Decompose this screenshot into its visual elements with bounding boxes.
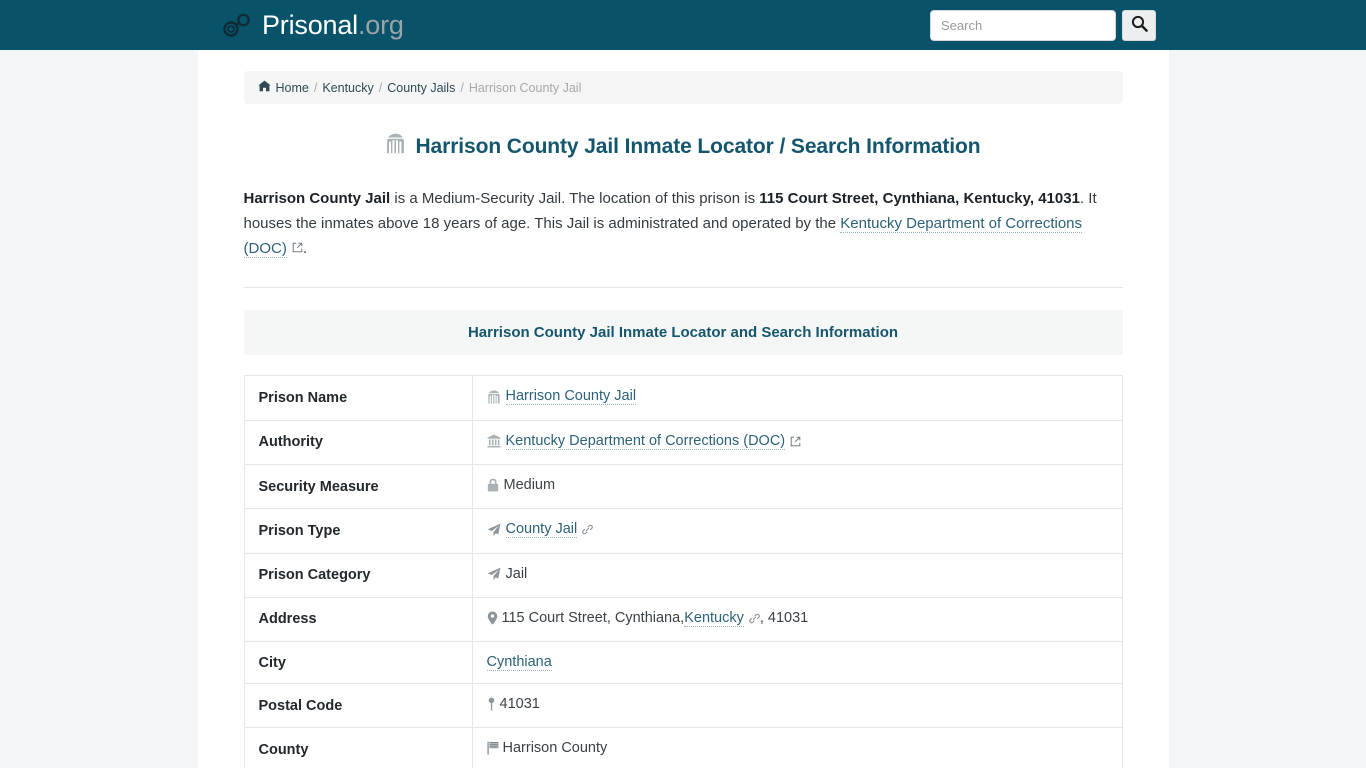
breadcrumb-separator: / bbox=[460, 80, 464, 95]
breadcrumb-separator: / bbox=[378, 80, 383, 95]
row-key: Postal Code bbox=[243, 683, 473, 728]
authority-link[interactable]: Kentucky Department of Corrections (DOC) bbox=[505, 433, 786, 450]
intro-prison-name: Harrison County Jail bbox=[243, 190, 391, 207]
table-row: Prison Name Harrison County Jail bbox=[243, 375, 1123, 421]
page-title: Harrison County Jail Inmate Locator / Se… bbox=[244, 133, 1123, 160]
external-link-icon bbox=[790, 436, 801, 447]
intro-text-3: . bbox=[302, 240, 307, 257]
flag-icon bbox=[486, 741, 499, 755]
site-logo-link[interactable]: Prisonal.org bbox=[222, 9, 404, 40]
site-header: Prisonal.org bbox=[0, 0, 1366, 50]
table-caption: Harrison County Jail Inmate Locator and … bbox=[243, 310, 1123, 355]
paper-plane-icon bbox=[487, 523, 501, 537]
row-value: Harrison County bbox=[471, 727, 1123, 768]
page-body: Home / Kentucky / County Jails / Harriso… bbox=[0, 50, 1366, 768]
row-value: 41031 bbox=[471, 683, 1123, 728]
table-row: Prison Category Jail bbox=[243, 552, 1123, 598]
row-value: Cynthiana bbox=[471, 641, 1123, 684]
row-value: Kentucky Department of Corrections (DOC) bbox=[471, 419, 1123, 465]
map-pin-icon bbox=[487, 697, 496, 711]
table-row: County Harrison County bbox=[243, 727, 1123, 768]
intro-paragraph: Harrison County Jail is a Medium-Securit… bbox=[243, 186, 1123, 261]
city-link[interactable]: Cynthiana bbox=[486, 654, 552, 671]
row-key: Prison Category bbox=[243, 552, 473, 598]
row-key: City bbox=[243, 641, 473, 684]
bank-icon bbox=[487, 434, 501, 448]
address-prefix: 115 Court Street, Cynthiana, bbox=[501, 610, 685, 626]
table-row: City Cynthiana bbox=[243, 641, 1123, 684]
row-value: Medium bbox=[471, 464, 1123, 509]
security-measure-value: Medium bbox=[503, 477, 556, 493]
address-state-link[interactable]: Kentucky bbox=[684, 610, 744, 627]
prison-info-table: Prison Name Harrison County Jail Authori… bbox=[243, 375, 1123, 768]
row-value: Harrison County Jail bbox=[471, 375, 1123, 421]
paper-plane-icon bbox=[487, 567, 501, 581]
prison-type-link[interactable]: County Jail bbox=[505, 521, 578, 538]
row-key: Prison Type bbox=[243, 508, 473, 554]
search-button[interactable] bbox=[1122, 9, 1156, 41]
table-row: Security Measure Medium bbox=[243, 464, 1123, 509]
table-row: Address 115 Court Street, Cynthiana, Ken… bbox=[243, 596, 1123, 642]
map-marker-icon bbox=[487, 611, 498, 625]
content-container: Home / Kentucky / County Jails / Harriso… bbox=[197, 50, 1169, 768]
row-value: 115 Court Street, Cynthiana, Kentucky , … bbox=[471, 596, 1123, 642]
jail-building-icon bbox=[487, 390, 501, 404]
table-row: Prison Type County Jail bbox=[243, 508, 1123, 554]
section-divider bbox=[243, 287, 1123, 288]
brand-name: Prisonal bbox=[262, 9, 358, 40]
breadcrumb-item-kentucky[interactable]: Kentucky bbox=[322, 81, 373, 95]
prison-name-link[interactable]: Harrison County Jail bbox=[505, 388, 637, 405]
lock-icon bbox=[487, 478, 499, 492]
row-value: County Jail bbox=[471, 508, 1123, 554]
address-suffix: , 41031 bbox=[759, 610, 809, 626]
row-key: Address bbox=[243, 596, 473, 642]
external-link-icon bbox=[292, 242, 303, 253]
chain-link-icon bbox=[582, 524, 594, 535]
page-title-text: Harrison County Jail Inmate Locator / Se… bbox=[415, 134, 981, 158]
breadcrumb-item-home[interactable]: Home bbox=[276, 81, 309, 95]
row-key: Prison Name bbox=[243, 375, 473, 421]
home-icon bbox=[257, 80, 271, 95]
breadcrumb-separator: / bbox=[313, 80, 318, 95]
intro-text-1: is a Medium-Security Jail. The location … bbox=[390, 190, 760, 207]
row-key: Authority bbox=[243, 419, 473, 465]
row-key: Security Measure bbox=[243, 464, 473, 509]
chain-link-icon bbox=[749, 613, 760, 624]
breadcrumb: Home / Kentucky / County Jails / Harriso… bbox=[243, 71, 1123, 104]
intro-address: 115 Court Street, Cynthiana, Kentucky, 4… bbox=[759, 190, 1080, 207]
site-logo-text: Prisonal.org bbox=[262, 9, 404, 40]
handcuffs-icon bbox=[222, 12, 252, 38]
county-value: Harrison County bbox=[502, 740, 608, 756]
row-value: Jail bbox=[471, 552, 1123, 598]
breadcrumb-item-county-jails[interactable]: County Jails bbox=[387, 81, 455, 95]
row-key: County bbox=[243, 727, 473, 768]
prison-category-value: Jail bbox=[505, 565, 528, 582]
postal-code-value: 41031 bbox=[499, 696, 540, 712]
breadcrumb-item-current: Harrison County Jail bbox=[468, 80, 582, 95]
search-area bbox=[930, 9, 1156, 41]
table-row: Authority Kentucky Department of Correct… bbox=[243, 419, 1123, 465]
search-icon bbox=[1131, 15, 1148, 35]
jail-building-icon bbox=[385, 133, 406, 160]
search-input[interactable] bbox=[930, 9, 1116, 41]
table-row: Postal Code 41031 bbox=[243, 683, 1123, 728]
brand-tld: .org bbox=[357, 9, 404, 40]
